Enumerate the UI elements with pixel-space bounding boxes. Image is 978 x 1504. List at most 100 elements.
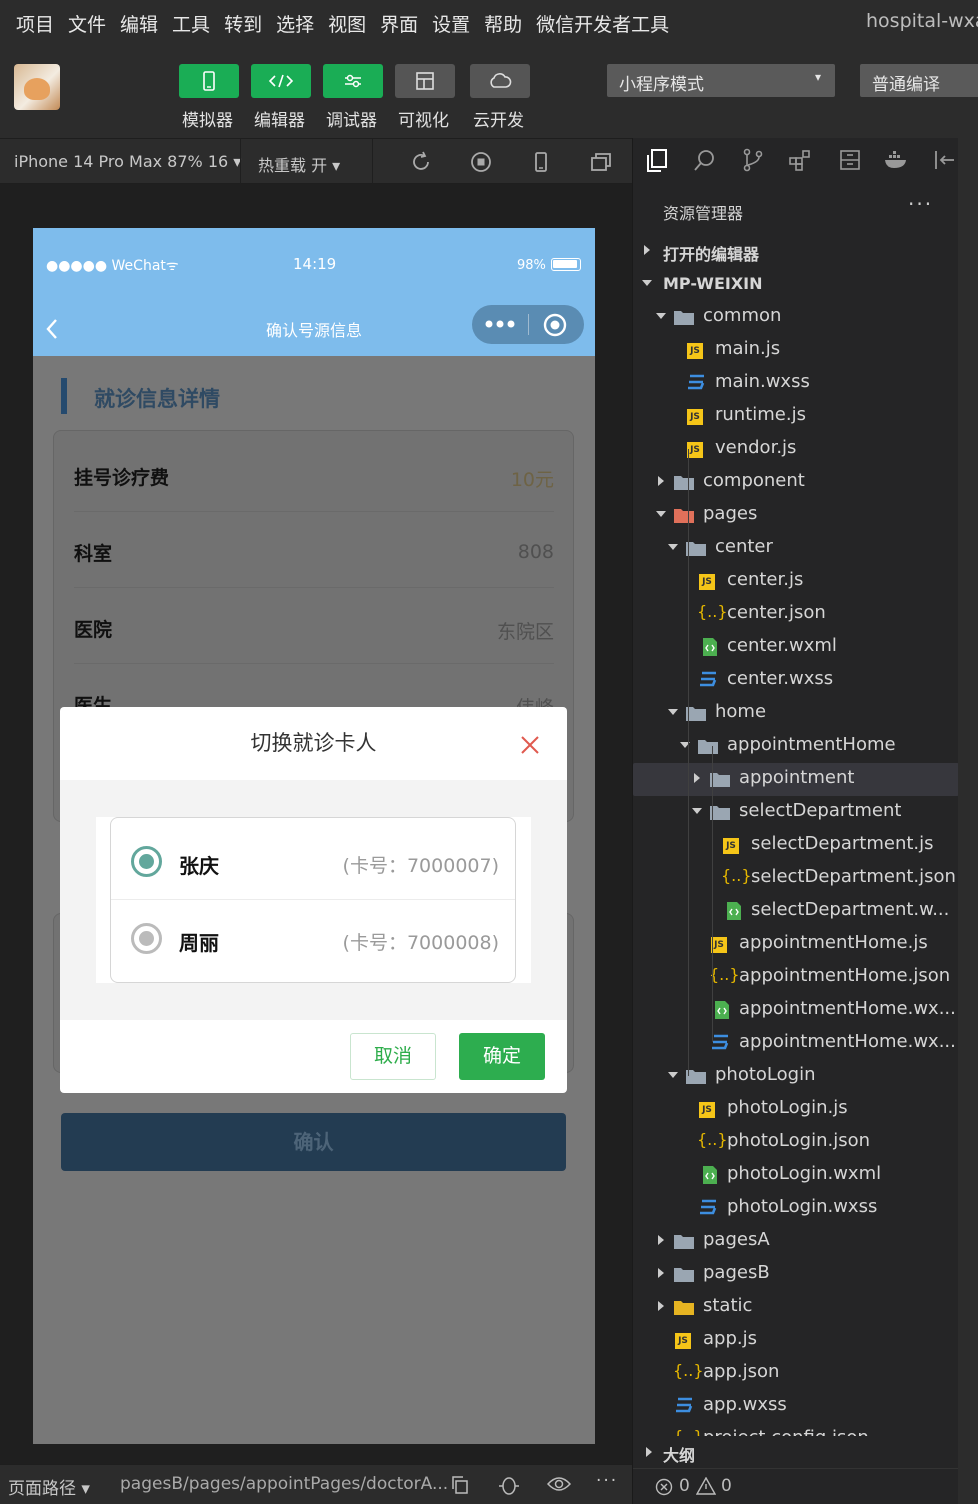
stop-icon[interactable]	[469, 150, 493, 174]
close-mini-program-icon[interactable]	[543, 313, 567, 337]
tree-folder[interactable]: photoLogin	[633, 1060, 959, 1093]
compile-select[interactable]: 普通编译	[860, 64, 978, 97]
tree-item-label: center	[715, 536, 773, 557]
menu-bar: 项目 文件 编辑 工具 转到 选择 视图 界面 设置 帮助 微信开发者工具 ho…	[0, 0, 978, 46]
visual-button[interactable]	[395, 64, 455, 98]
device-bar: iPhone 14 Pro Max 87% 16 ▾ 热重载 开 ▾	[0, 138, 632, 185]
tree-file[interactable]: JS main.js	[633, 334, 959, 367]
tree-file[interactable]: {..} app.json	[633, 1357, 959, 1390]
storage-icon[interactable]	[838, 148, 862, 172]
window-icon[interactable]	[589, 150, 613, 174]
card-option[interactable]: 张庆 (卡号：7000007)	[111, 822, 515, 900]
more-icon[interactable]: ···	[596, 1471, 618, 1491]
open-editors-section[interactable]: 打开的编辑器	[633, 235, 959, 268]
tree-file[interactable]: {..} selectDepartment.json	[633, 862, 959, 895]
copy-icon[interactable]	[450, 1475, 470, 1495]
menu-view[interactable]: 视图	[328, 10, 366, 37]
bug-icon[interactable]	[497, 1474, 521, 1496]
project-root[interactable]: MP-WEIXIN	[633, 268, 959, 301]
radio-selected[interactable]	[131, 846, 162, 877]
radio-unselected[interactable]	[131, 923, 162, 954]
menu-wechat-devtools[interactable]: 微信开发者工具	[536, 10, 669, 37]
cancel-button[interactable]: 取消	[350, 1033, 436, 1080]
phone-preview-icon[interactable]	[529, 150, 553, 174]
tree-file[interactable]: {..} photoLogin.json	[633, 1126, 959, 1159]
card-option[interactable]: 周丽 (卡号：7000008)	[111, 899, 515, 977]
layout-icon	[416, 72, 434, 90]
tree-file[interactable]: JS photoLogin.js	[633, 1093, 959, 1126]
problems-summary[interactable]: 0 0	[633, 1468, 959, 1504]
source-control-icon[interactable]	[741, 148, 765, 172]
tree-folder[interactable]: appointmentHome	[633, 730, 959, 763]
folder-icon	[674, 311, 694, 325]
tree-file[interactable]: app.wxss	[633, 1390, 959, 1423]
menu-project[interactable]: 项目	[16, 10, 54, 37]
tree-file[interactable]: JS runtime.js	[633, 400, 959, 433]
page-path-select[interactable]: 页面路径 ▾	[8, 1474, 90, 1499]
tree-item-label: photoLogin.js	[727, 1097, 848, 1118]
search-icon[interactable]	[693, 148, 717, 172]
tree-folder[interactable]: pagesA	[633, 1225, 959, 1258]
tree-file[interactable]: JS vendor.js	[633, 433, 959, 466]
tree-folder[interactable]: pagesB	[633, 1258, 959, 1291]
menu-select[interactable]: 选择	[276, 10, 314, 37]
close-icon[interactable]	[516, 731, 544, 759]
tree-file[interactable]: selectDepartment.w...	[633, 895, 959, 928]
mode-select[interactable]: 小程序模式 ▾	[607, 64, 835, 97]
menu-file[interactable]: 文件	[68, 10, 106, 37]
tree-file[interactable]: photoLogin.wxml	[633, 1159, 959, 1192]
tree-folder[interactable]: center	[633, 532, 959, 565]
cloud-icon	[490, 73, 512, 88]
tree-file[interactable]: photoLogin.wxss	[633, 1192, 959, 1225]
tree-folder[interactable]: pages	[633, 499, 959, 532]
extensions-icon[interactable]	[788, 148, 812, 172]
tree-file[interactable]: appointmentHome.wx...	[633, 1027, 959, 1060]
hot-reload-select[interactable]: 热重载 开 ▾	[258, 152, 340, 176]
tree-file[interactable]: appointmentHome.wx...	[633, 994, 959, 1027]
debugger-button[interactable]	[323, 64, 383, 98]
tree-folder[interactable]: common	[633, 301, 959, 334]
eye-icon[interactable]	[547, 1475, 571, 1493]
more-icon[interactable]	[485, 318, 515, 330]
json-file-icon: {..}	[697, 602, 728, 621]
ok-button[interactable]: 确定	[459, 1033, 545, 1080]
tree-folder[interactable]: appointment	[633, 763, 959, 796]
simulator-button[interactable]	[179, 64, 239, 98]
tree-folder[interactable]: static	[633, 1291, 959, 1324]
tree-folder[interactable]: selectDepartment	[633, 796, 959, 829]
tree-file[interactable]: center.wxml	[633, 631, 959, 664]
confirm-button[interactable]: 确认	[61, 1113, 566, 1171]
tree-file[interactable]: JS app.js	[633, 1324, 959, 1357]
tree-file[interactable]: JS appointmentHome.js	[633, 928, 959, 961]
tree-file[interactable]: {..} appointmentHome.json	[633, 961, 959, 994]
device-select[interactable]: iPhone 14 Pro Max 87% 16 ▾	[14, 152, 241, 171]
tree-file[interactable]: JS selectDepartment.js	[633, 829, 959, 862]
avatar[interactable]	[14, 64, 60, 110]
chevron-right-icon	[646, 1447, 652, 1457]
menu-edit[interactable]: 编辑	[120, 10, 158, 37]
tree-folder[interactable]: component	[633, 466, 959, 499]
files-icon[interactable]	[645, 148, 669, 174]
simulator-label: 模拟器	[182, 111, 233, 131]
menu-goto[interactable]: 转到	[224, 10, 262, 37]
cloud-label: 云开发	[473, 111, 524, 131]
menu-help[interactable]: 帮助	[484, 10, 522, 37]
tree-item-label: appointmentHome.js	[739, 932, 928, 953]
cloud-button[interactable]	[470, 64, 530, 98]
collapse-panel-icon[interactable]	[933, 148, 957, 172]
menu-settings[interactable]: 设置	[432, 10, 470, 37]
tree-folder[interactable]: home	[633, 697, 959, 730]
outline-section[interactable]: 大纲	[633, 1436, 959, 1468]
tree-file[interactable]: {..} center.json	[633, 598, 959, 631]
refresh-icon[interactable]	[409, 150, 433, 174]
docker-icon[interactable]	[883, 150, 909, 170]
tree-file[interactable]: JS center.js	[633, 565, 959, 598]
more-icon[interactable]: ···	[908, 192, 933, 216]
menu-tools[interactable]: 工具	[172, 10, 210, 37]
menu-interface[interactable]: 界面	[380, 10, 418, 37]
editor-button[interactable]	[251, 64, 311, 98]
tree-file[interactable]: main.wxss	[633, 367, 959, 400]
tree-item-label: pages	[703, 503, 758, 524]
tree-file[interactable]: center.wxss	[633, 664, 959, 697]
tree-item-label: home	[715, 701, 767, 722]
